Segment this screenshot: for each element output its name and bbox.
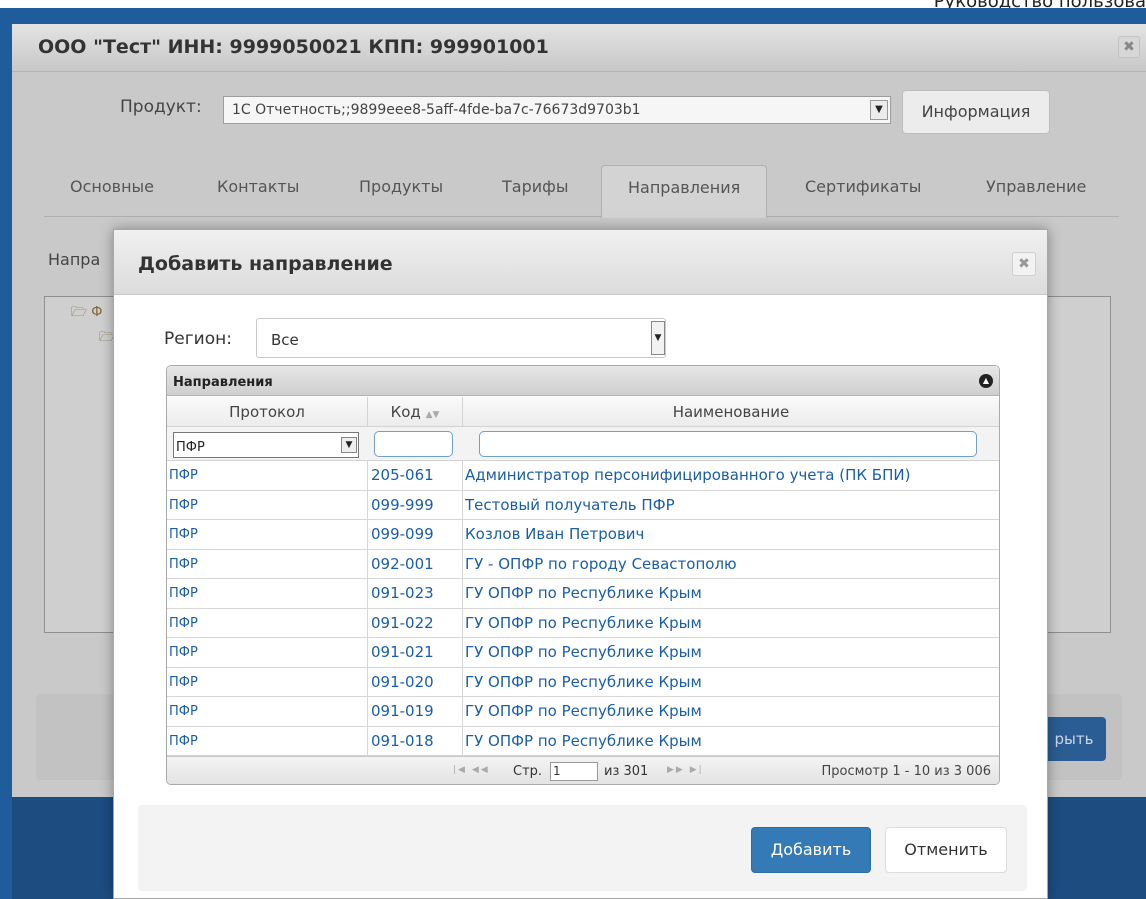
modal-title: Добавить направление	[138, 253, 393, 275]
table-row[interactable]: ПФР 091-019 ГУ ОПФР по Республике Крым	[167, 697, 999, 727]
table-row[interactable]: ПФР 091-023 ГУ ОПФР по Республике Крым	[167, 579, 999, 609]
cell-name: Администратор персонифицированного учета…	[465, 466, 911, 484]
cell-code: 091-019	[368, 697, 463, 726]
cell-protocol: ПФР	[167, 667, 368, 697]
tab-management[interactable]: Управление	[986, 177, 1086, 196]
tab-products[interactable]: Продукты	[359, 177, 443, 196]
next-last-page-icon[interactable]: ▶▶ ▶|	[667, 765, 704, 775]
folder-open-icon[interactable]: 🗁 Ф	[71, 303, 102, 325]
cancel-button[interactable]: Отменить	[885, 827, 1007, 873]
tab-contacts[interactable]: Контакты	[217, 177, 299, 196]
cell-code: 091-023	[368, 579, 463, 608]
column-header-name[interactable]: Наименование	[463, 397, 999, 427]
cell-protocol: ПФР	[167, 490, 368, 520]
product-select-value: 1С Отчетность;;9899eee8-5aff-4fde-ba7c-7…	[232, 102, 641, 118]
cell-name: ГУ ОПФР по Республике Крым	[465, 702, 702, 720]
cell-protocol: ПФР	[167, 726, 368, 756]
info-button[interactable]: Информация	[902, 90, 1050, 134]
tabs-bar: Основные Контакты Продукты Тарифы Направ…	[44, 165, 1119, 218]
grid-pager: |◀ ◀◀ Стр. 1 из 301 ▶▶ ▶| Просмотр 1 - 1…	[167, 756, 999, 784]
cell-code: 091-020	[368, 667, 463, 697]
cell-name: Тестовый получатель ПФР	[465, 495, 675, 514]
table-row[interactable]: ПФР 091-018 ГУ ОПФР по Республике Крым	[167, 726, 999, 756]
code-filter-input[interactable]	[374, 431, 453, 457]
tab-tariffs[interactable]: Тарифы	[502, 177, 568, 196]
directions-section-label: Напра	[48, 250, 101, 269]
tab-main[interactable]: Основные	[70, 177, 154, 196]
page-number-input[interactable]: 1	[550, 762, 598, 781]
close-icon[interactable]: ✖	[1012, 252, 1036, 276]
chevron-down-icon[interactable]: ▼	[870, 100, 888, 120]
grid-caption: Направления ▲	[167, 366, 999, 396]
table-row[interactable]: ПФР 099-099 Козлов Иван Петрович	[167, 520, 999, 550]
region-label: Регион:	[164, 329, 232, 349]
tab-certificates[interactable]: Сертификаты	[805, 177, 921, 196]
outer-close-icon[interactable]: ✖	[1118, 36, 1140, 58]
cell-code: 091-021	[368, 638, 463, 667]
table-row[interactable]: ПФР 091-021 ГУ ОПФР по Республике Крым	[167, 638, 999, 668]
pager-view-info: Просмотр 1 - 10 из 3 006	[821, 764, 991, 779]
column-header-protocol[interactable]: Протокол	[167, 397, 368, 427]
region-select[interactable]: Все ▼	[256, 318, 666, 358]
outer-dialog-header: ООО "Тест" ИНН: 9999050021 КПП: 99990100…	[12, 24, 1146, 72]
protocol-filter-value: ПФР	[176, 440, 205, 455]
grid-header-row: Протокол Код ▲▼ Наименование	[167, 397, 999, 427]
modal-header: Добавить направление ✖	[114, 230, 1047, 295]
name-filter-input[interactable]	[479, 431, 977, 457]
pager-total-pages: из 301	[604, 764, 649, 779]
modal-footer: Добавить Отменить	[138, 805, 1027, 891]
cell-name: ГУ - ОПФР по городу Севастополю	[465, 554, 737, 573]
product-label: Продукт:	[120, 97, 202, 117]
pager-page-label: Стр.	[513, 764, 543, 779]
cell-protocol: ПФР	[167, 638, 368, 667]
add-button[interactable]: Добавить	[751, 827, 871, 873]
add-direction-modal: Добавить направление ✖ Регион: Все ▼ Нап…	[113, 229, 1048, 899]
cell-name: ГУ ОПФР по Республике Крым	[465, 731, 702, 750]
column-header-code[interactable]: Код ▲▼	[368, 397, 463, 427]
cell-code: 092-001	[368, 549, 463, 579]
table-row[interactable]: ПФР 099-999 Тестовый получатель ПФР	[167, 490, 999, 520]
cell-name: ГУ ОПФР по Республике Крым	[465, 643, 702, 661]
tab-directions[interactable]: Направления	[601, 165, 768, 218]
chevron-down-icon[interactable]: ▼	[341, 437, 357, 453]
table-row[interactable]: ПФР 205-061 Администратор персонифицирован…	[167, 461, 999, 491]
table-row[interactable]: ПФР 092-001 ГУ - ОПФР по городу Севастопол…	[167, 549, 999, 579]
column-header-code-label: Код	[390, 403, 421, 421]
cell-code: 205-061	[368, 461, 463, 490]
cell-code: 099-099	[368, 520, 463, 549]
sort-icon[interactable]: ▲▼	[426, 410, 440, 420]
cell-protocol: ПФР	[167, 549, 368, 579]
protocol-filter-select[interactable]: ПФР ▼	[173, 432, 359, 458]
cell-name: Козлов Иван Петрович	[465, 525, 645, 543]
cell-code: 099-999	[368, 490, 463, 520]
grid-filter-row: ПФР ▼	[167, 427, 999, 461]
cell-protocol: ПФР	[167, 608, 368, 638]
grid-caption-title: Направления	[173, 375, 273, 390]
cell-protocol: ПФР	[167, 461, 368, 490]
cell-protocol: ПФР	[167, 520, 368, 549]
cell-protocol: ПФР	[167, 579, 368, 608]
collapse-icon[interactable]: ▲	[979, 374, 993, 388]
table-row[interactable]: ПФР 091-020 ГУ ОПФР по Республике Крым	[167, 667, 999, 697]
cell-name: ГУ ОПФР по Республике Крым	[465, 672, 702, 691]
cell-code: 091-018	[368, 726, 463, 756]
cell-name: ГУ ОПФР по Республике Крым	[465, 613, 702, 632]
directions-grid: Направления ▲ Протокол Код ▲▼ Наименован…	[166, 365, 1000, 785]
outer-dialog-title: ООО "Тест" ИНН: 9999050021 КПП: 99990100…	[38, 36, 549, 58]
region-select-value: Все	[271, 331, 299, 349]
cell-code: 091-022	[368, 608, 463, 638]
cell-protocol: ПФР	[167, 697, 368, 726]
first-prev-page-icon[interactable]: |◀ ◀◀	[453, 765, 490, 775]
product-select[interactable]: 1С Отчетность;;9899eee8-5aff-4fde-ba7c-7…	[223, 96, 891, 124]
chevron-down-icon[interactable]: ▼	[651, 321, 665, 355]
tree-item-label: Ф	[91, 305, 103, 320]
table-row[interactable]: ПФР 091-022 ГУ ОПФР по Республике Крым	[167, 608, 999, 638]
cell-name: ГУ ОПФР по Республике Крым	[465, 584, 702, 602]
